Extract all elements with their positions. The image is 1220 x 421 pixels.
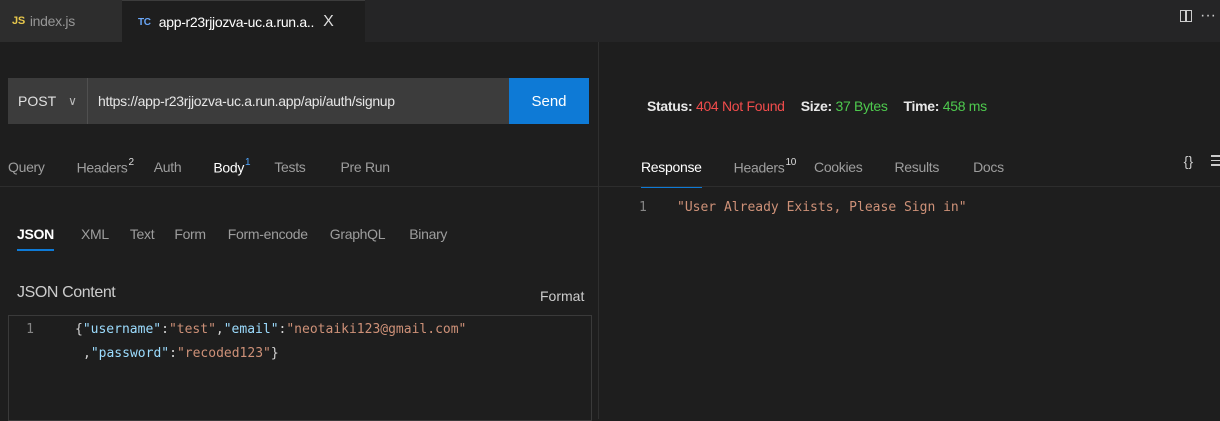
format-button[interactable]: Format [540,288,584,304]
editor-tab-bar: JS index.js TC app-r23rjjozva-uc.a.run.a… [0,0,1220,43]
menu-icon[interactable] [1211,155,1220,169]
url-input[interactable]: https://app-r23rjjozva-uc.a.run.app/api/… [88,78,509,124]
more-actions-icon[interactable]: ··· [1200,8,1216,24]
response-tabs: Response Headers10 Cookies Results Docs [641,157,1004,188]
response-headers-count: 10 [785,157,797,168]
tab-query[interactable]: Query [8,159,45,176]
body-type-xml[interactable]: XML [81,226,109,242]
body-type-form[interactable]: Form [174,226,206,242]
divider [0,186,598,187]
tab-label: index.js [29,13,75,29]
braces-icon[interactable]: {} [1184,153,1193,169]
response-pane: Status: 404 Not Found Size: 37 Bytes Tim… [599,42,1220,419]
status-value: 404 Not Found [695,98,785,114]
url-value: https://app-r23rjjozva-uc.a.run.app/api/… [98,93,395,109]
divider [599,186,1220,187]
method-value: POST [18,93,57,109]
size-label: Size: [800,98,832,114]
tab-results[interactable]: Results [895,159,940,176]
thunder-client-icon: TC [138,16,151,28]
tab-auth[interactable]: Auth [154,159,182,176]
tab-index-js[interactable]: JS index.js [0,0,122,42]
body-type-text[interactable]: Text [130,226,155,242]
send-button[interactable]: Send [509,78,589,124]
request-tabs: Query Headers2 Auth Body1 Tests Pre Run [8,157,391,176]
body-type-binary[interactable]: Binary [409,226,447,242]
tab-headers[interactable]: Headers2 [77,157,134,176]
body-type-form-encode[interactable]: Form-encode [228,226,308,242]
line-number: 1 [26,322,34,337]
chevron-down-icon: ∨ [68,94,77,108]
tab-pre-run[interactable]: Pre Run [341,159,391,176]
line-number: 1 [639,200,647,215]
tab-thunder-client[interactable]: TC app-r23rjjozva-uc.a.run.a.. X [122,0,365,43]
tab-response-headers[interactable]: Headers10 [734,157,797,176]
headers-count: 2 [128,157,134,168]
json-editor[interactable]: 1 {"username":"test","email":"neotaiki12… [8,315,592,421]
response-status-bar: Status: 404 Not Found Size: 37 Bytes Tim… [647,98,987,114]
js-file-icon: JS [12,15,25,27]
time-value: 458 ms [942,98,987,114]
tab-label: app-r23rjjozva-uc.a.run.a.. [158,14,315,30]
method-select[interactable]: POST ∨ [8,78,88,124]
body-count: 1 [245,157,251,168]
status-label: Status: [647,98,693,114]
size-value: 37 Bytes [835,98,888,114]
tab-cookies[interactable]: Cookies [814,159,863,176]
tab-body[interactable]: Body1 [213,157,251,176]
json-content-label: JSON Content [17,284,116,301]
code-line: ,"password":"recoded123"} [83,346,279,361]
split-editor-icon[interactable] [1180,10,1193,22]
body-type-json[interactable]: JSON [17,226,54,251]
close-icon[interactable]: X [323,13,334,31]
time-label: Time: [903,98,940,114]
response-body-line: "User Already Exists, Please Sign in" [677,200,967,215]
tab-tests[interactable]: Tests [274,159,305,176]
body-type-graphql[interactable]: GraphQL [330,226,386,242]
tab-response[interactable]: Response [641,159,702,188]
url-bar: POST ∨ https://app-r23rjjozva-uc.a.run.a… [8,78,598,124]
body-type-tabs: JSON XML Text Form Form-encode GraphQL B… [17,226,447,251]
request-pane: POST ∨ https://app-r23rjjozva-uc.a.run.a… [0,42,599,421]
tab-docs[interactable]: Docs [973,159,1004,176]
code-line: {"username":"test","email":"neotaiki123@… [75,322,467,337]
